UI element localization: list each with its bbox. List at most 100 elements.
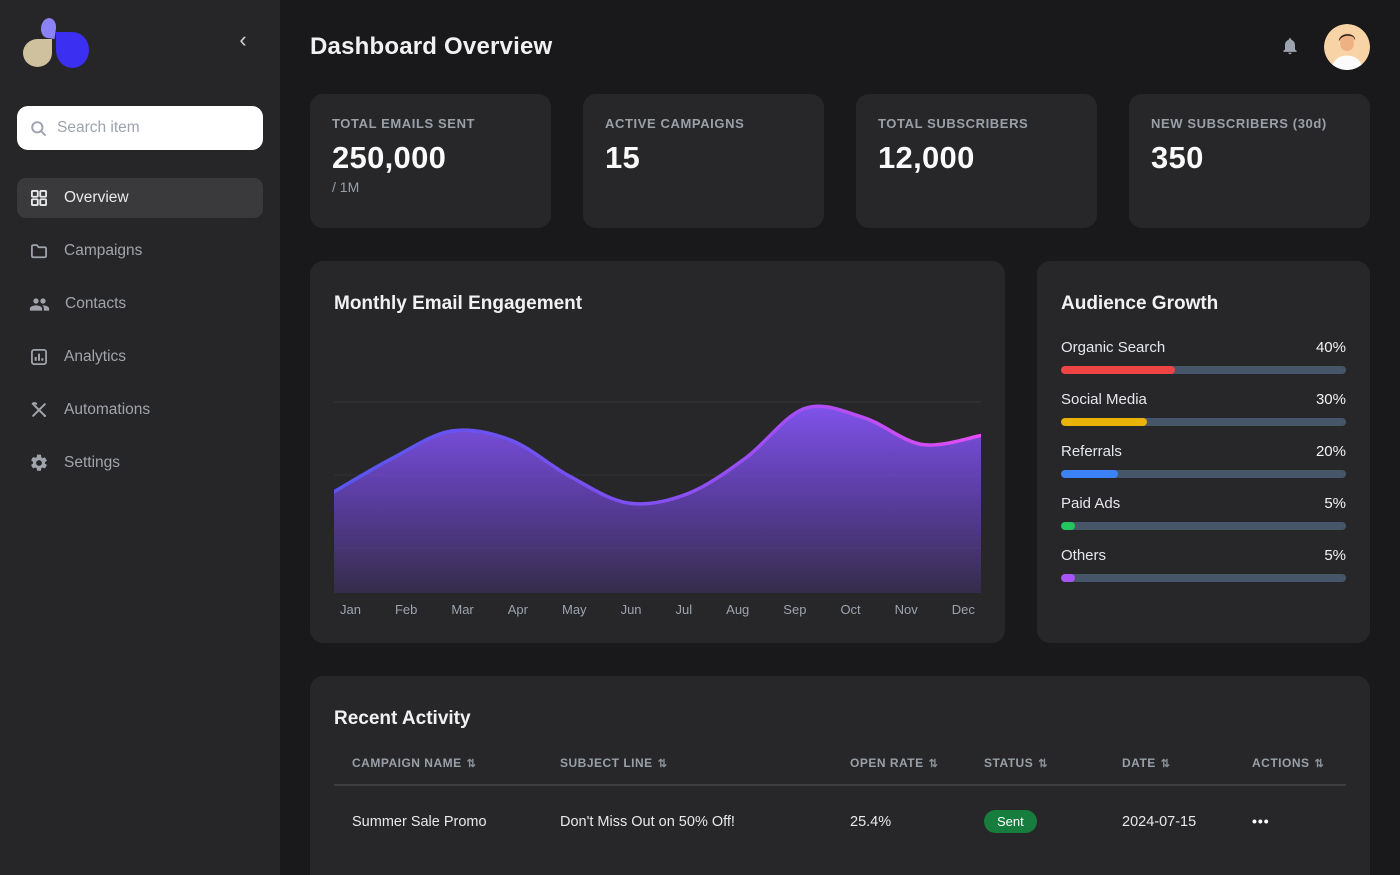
x-tick: Jul [676, 602, 693, 617]
logo-row: ‹ [17, 8, 263, 88]
stat-value: 250,000 [332, 140, 529, 176]
sidebar-item-overview[interactable]: Overview [17, 178, 263, 218]
topbar: Dashboard Overview [310, 0, 1370, 94]
column-header-actions[interactable]: ACTIONS ⇅ [1252, 756, 1346, 770]
audience-growth-panel: Audience Growth Organic Search 40% Socia… [1037, 261, 1370, 643]
sort-icon: ⇅ [658, 757, 668, 770]
page-title: Dashboard Overview [310, 33, 552, 61]
charts-row: Monthly Email Engagement [310, 261, 1370, 643]
sidebar-nav: Overview Campaigns Contacts Analytics [17, 178, 263, 483]
column-header-date[interactable]: DATE ⇅ [1122, 756, 1252, 770]
grid-icon [29, 188, 49, 208]
campaigns-table: CAMPAIGN NAME ⇅ SUBJECT LINE ⇅ OPEN RATE… [334, 756, 1346, 857]
search-input[interactable] [57, 119, 251, 137]
bar-chart-icon [29, 347, 49, 367]
table-header-row: CAMPAIGN NAME ⇅ SUBJECT LINE ⇅ OPEN RATE… [352, 756, 1346, 770]
sidebar: ‹ Overview Campaigns Contacts [0, 0, 280, 875]
audience-row: Referrals 20% [1061, 443, 1346, 478]
stat-card-new-subscribers: NEW SUBSCRIBERS (30d) 350 [1129, 94, 1370, 228]
audience-row: Others 5% [1061, 547, 1346, 582]
column-header-open-rate[interactable]: OPEN RATE ⇅ [850, 756, 984, 770]
app-logo-icon [13, 8, 93, 78]
cell-status: Sent [984, 810, 1122, 833]
x-axis-labels: Jan Feb Mar Apr May Jun Jul Aug Sep Oct … [334, 602, 981, 617]
progress-fill [1061, 470, 1118, 478]
sidebar-item-campaigns[interactable]: Campaigns [17, 231, 263, 271]
progress-fill [1061, 522, 1075, 530]
x-tick: Jan [340, 602, 361, 617]
sidebar-item-label: Contacts [65, 295, 126, 313]
x-tick: Jun [621, 602, 642, 617]
sidebar-item-analytics[interactable]: Analytics [17, 337, 263, 377]
sidebar-collapse-button[interactable]: ‹ [231, 28, 255, 52]
x-tick: Sep [783, 602, 806, 617]
progress-track [1061, 522, 1346, 530]
sidebar-item-contacts[interactable]: Contacts [17, 284, 263, 324]
sidebar-item-label: Campaigns [64, 242, 142, 260]
column-header-subject-line[interactable]: SUBJECT LINE ⇅ [560, 756, 850, 770]
avatar-image [1324, 24, 1370, 70]
stat-label: NEW SUBSCRIBERS (30d) [1151, 116, 1348, 131]
progress-track [1061, 574, 1346, 582]
x-tick: Dec [952, 602, 975, 617]
sidebar-item-label: Overview [64, 189, 129, 207]
sort-icon: ⇅ [467, 757, 477, 770]
stat-value: 350 [1151, 140, 1348, 176]
user-avatar[interactable] [1324, 24, 1370, 70]
audience-row: Paid Ads 5% [1061, 495, 1346, 530]
area-chart-svg [334, 395, 981, 593]
audience-growth-bars: Organic Search 40% Social Media 30% Refe… [1061, 339, 1346, 582]
people-icon [29, 294, 50, 315]
stat-sub: / 1M [332, 179, 529, 195]
folder-icon [29, 241, 49, 261]
column-header-status[interactable]: STATUS ⇅ [984, 756, 1122, 770]
status-badge: Sent [984, 810, 1037, 833]
audience-label: Organic Search [1061, 339, 1165, 356]
cell-open-rate: 25.4% [850, 814, 984, 830]
logo-petal [56, 32, 89, 68]
progress-track [1061, 470, 1346, 478]
sidebar-item-automations[interactable]: Automations [17, 390, 263, 430]
notifications-button[interactable] [1278, 33, 1302, 62]
audience-percent: 40% [1316, 339, 1346, 356]
x-tick: Apr [508, 602, 528, 617]
audience-row: Organic Search 40% [1061, 339, 1346, 374]
audience-label: Paid Ads [1061, 495, 1120, 512]
stat-label: ACTIVE CAMPAIGNS [605, 116, 802, 131]
stat-value: 12,000 [878, 140, 1075, 176]
audience-label: Others [1061, 547, 1106, 564]
search-icon [29, 119, 48, 138]
sidebar-item-label: Settings [64, 454, 120, 472]
progress-track [1061, 366, 1346, 374]
progress-track [1061, 418, 1346, 426]
x-tick: Oct [840, 602, 860, 617]
engagement-chart-title: Monthly Email Engagement [334, 293, 981, 315]
engagement-chart-panel: Monthly Email Engagement [310, 261, 1005, 643]
x-tick: Feb [395, 602, 417, 617]
column-header-campaign-name[interactable]: CAMPAIGN NAME ⇅ [352, 756, 560, 770]
topbar-actions [1278, 24, 1370, 70]
audience-percent: 5% [1324, 495, 1346, 512]
progress-fill [1061, 366, 1175, 374]
stat-card-total-emails: TOTAL EMAILS SENT 250,000 / 1M [310, 94, 551, 228]
bell-icon [1280, 35, 1300, 57]
sidebar-item-label: Automations [64, 401, 150, 419]
sidebar-item-settings[interactable]: Settings [17, 443, 263, 483]
table-row: Summer Sale Promo Don't Miss Out on 50% … [352, 786, 1346, 857]
audience-percent: 30% [1316, 391, 1346, 408]
sort-icon: ⇅ [1161, 757, 1171, 770]
row-actions-button[interactable]: ••• [1252, 813, 1270, 829]
search-box[interactable] [17, 106, 263, 150]
sort-icon: ⇅ [929, 757, 939, 770]
sort-icon: ⇅ [1038, 757, 1048, 770]
cell-campaign-name: Summer Sale Promo [352, 814, 560, 830]
audience-percent: 20% [1316, 443, 1346, 460]
stat-cards: TOTAL EMAILS SENT 250,000 / 1M ACTIVE CA… [310, 94, 1370, 228]
stat-label: TOTAL SUBSCRIBERS [878, 116, 1075, 131]
audience-growth-title: Audience Growth [1061, 293, 1346, 315]
audience-percent: 5% [1324, 547, 1346, 564]
x-tick: May [562, 602, 587, 617]
audience-label: Social Media [1061, 391, 1147, 408]
stat-label: TOTAL EMAILS SENT [332, 116, 529, 131]
gear-icon [29, 453, 49, 473]
